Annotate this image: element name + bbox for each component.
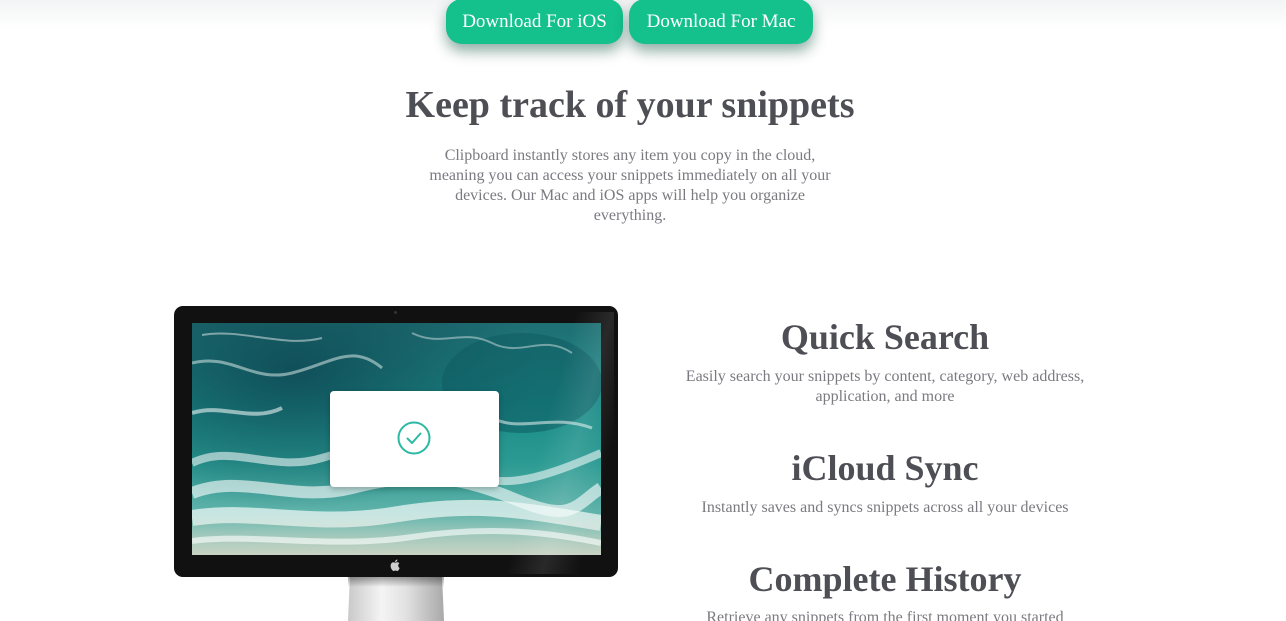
feature-title-icloud-sync: iCloud Sync — [791, 448, 979, 488]
checkmark-circle-icon — [397, 421, 431, 455]
hero-description: Clipboard instantly stores any item you … — [429, 147, 831, 224]
apple-icon — [389, 559, 401, 571]
monitor-screen — [192, 323, 601, 555]
download-mac-button[interactable]: Download For Mac — [629, 0, 813, 44]
feature-description-quick-search: Easily search your snippets by content, … — [685, 368, 1085, 405]
monitor-camera — [394, 311, 397, 314]
download-buttons: Download For iOS Download For Mac — [446, 0, 813, 44]
download-ios-button[interactable]: Download For iOS — [446, 0, 623, 44]
feature-description-icloud-sync: Instantly saves and syncs snippets acros… — [701, 499, 1069, 516]
apple-logo-shape — [390, 559, 400, 571]
success-dialog — [330, 391, 499, 487]
monitor-illustration — [174, 306, 618, 577]
feature-description-complete-history: Retrieve any snippets from the first mom… — [706, 609, 1064, 621]
hero-title: Keep track of your snippets — [405, 84, 855, 126]
monitor-stand-shadow — [348, 577, 444, 587]
feature-title-complete-history: Complete History — [748, 559, 1022, 599]
feature-title-quick-search: Quick Search — [780, 317, 990, 357]
